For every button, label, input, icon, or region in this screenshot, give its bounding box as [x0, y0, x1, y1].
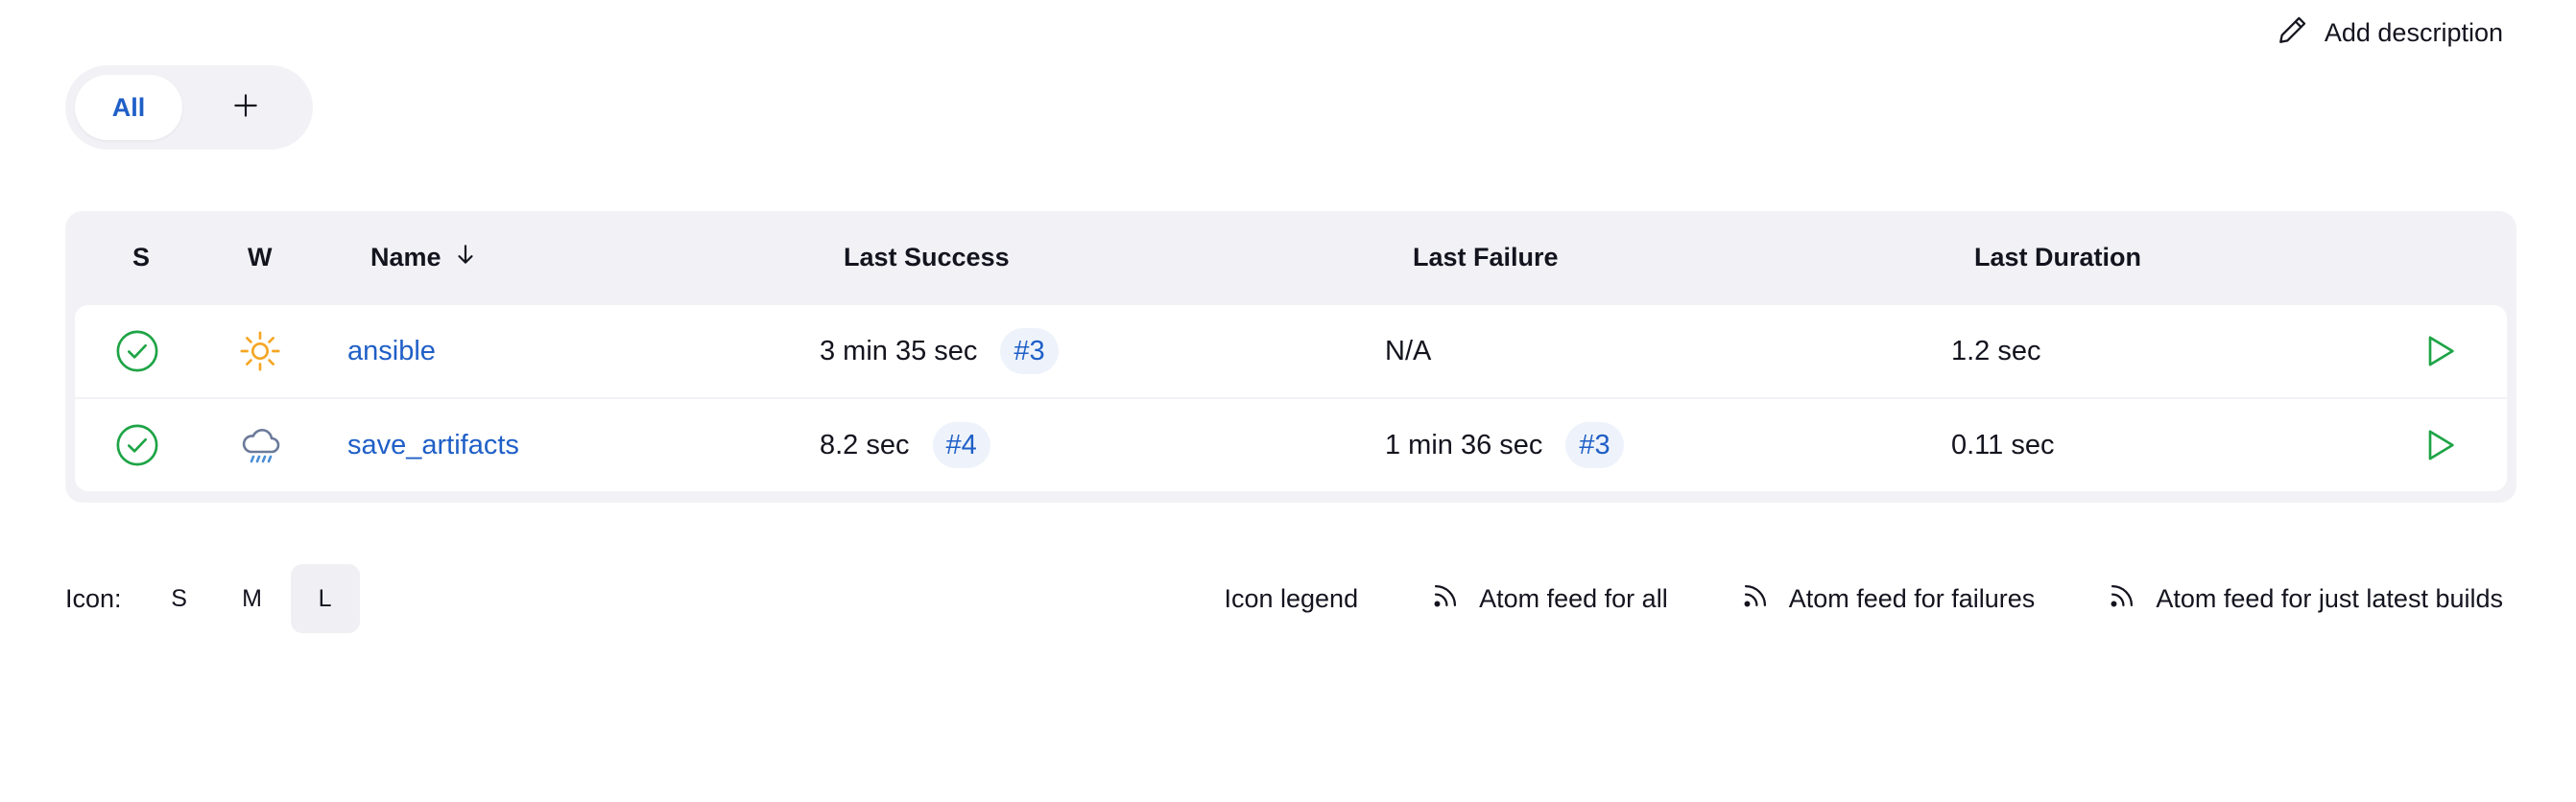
atom-feed-all-label: Atom feed for all — [1479, 583, 1668, 613]
play-icon — [2421, 426, 2459, 464]
column-last-failure[interactable]: Last Failure — [1413, 211, 1559, 303]
column-status[interactable]: S — [132, 211, 150, 303]
add-view-button[interactable] — [192, 75, 299, 140]
icon-legend-link[interactable]: Icon legend — [1224, 584, 1358, 614]
table-row: ansible 3 min 35 sec #3 N/A 1.2 sec — [75, 305, 2507, 397]
schedule-build-button[interactable] — [2421, 305, 2459, 397]
rss-icon — [1739, 579, 1789, 619]
column-name-label: Name — [370, 242, 441, 271]
column-name[interactable]: Name — [370, 211, 478, 303]
last-failure-cell: N/A — [1385, 305, 1431, 397]
last-duration: 1.2 sec — [1951, 335, 2041, 366]
pencil-icon — [2277, 13, 2309, 53]
icon-legend-label: Icon legend — [1224, 583, 1359, 613]
rss-icon — [2106, 579, 2156, 619]
table-header: S W Name Last Success Last Failure Last … — [65, 211, 2516, 303]
atom-feed-latest-link[interactable]: Atom feed for just latest builds — [2106, 579, 2503, 619]
table-row: save_artifacts 8.2 sec #4 1 min 36 sec #… — [75, 399, 2507, 491]
rss-icon — [1429, 579, 1479, 619]
job-link-save-artifacts[interactable]: save_artifacts — [347, 430, 519, 461]
add-description-label: Add description — [2324, 17, 2503, 47]
column-last-duration[interactable]: Last Duration — [1974, 211, 2141, 303]
atom-feed-all-link[interactable]: Atom feed for all — [1429, 579, 1668, 619]
atom-feed-latest-label: Atom feed for just latest builds — [2156, 583, 2503, 613]
add-description-button[interactable]: Add description — [2277, 12, 2503, 54]
build-link[interactable]: #3 — [1000, 328, 1059, 374]
jenkins-dashboard: Add description All S W Name Last Succes… — [0, 0, 2576, 802]
build-link[interactable]: #3 — [1565, 422, 1624, 468]
status-success-check-icon — [115, 399, 159, 491]
atom-feed-failures-link[interactable]: Atom feed for failures — [1739, 579, 2036, 619]
schedule-build-button[interactable] — [2421, 399, 2459, 491]
last-success-time: 3 min 35 sec — [820, 335, 978, 366]
tab-all[interactable]: All — [75, 75, 182, 140]
play-icon — [2421, 332, 2459, 370]
column-weather[interactable]: W — [248, 211, 272, 303]
icon-size-l-button[interactable]: L — [290, 564, 360, 633]
last-failure-cell: 1 min 36 sec #3 — [1385, 399, 1624, 491]
atom-feed-failures-label: Atom feed for failures — [1788, 583, 2036, 613]
sunny-icon — [238, 305, 282, 397]
icon-size-selector: Icon: S M L — [65, 564, 364, 633]
last-success-cell: 8.2 sec #4 — [820, 399, 990, 491]
view-tabs: All — [65, 65, 313, 150]
last-failure-time: 1 min 36 sec — [1385, 429, 1543, 460]
column-last-success[interactable]: Last Success — [844, 211, 1010, 303]
last-success-cell: 3 min 35 sec #3 — [820, 305, 1059, 397]
arrow-down-icon — [441, 242, 478, 273]
last-failure-time: N/A — [1385, 335, 1432, 366]
jobs-table: S W Name Last Success Last Failure Last … — [65, 211, 2516, 503]
build-link[interactable]: #4 — [932, 422, 990, 468]
rain-cloud-icon — [238, 399, 284, 491]
feed-links: Icon legend Atom feed for all Atom feed … — [1224, 564, 2503, 633]
last-duration: 0.11 sec — [1951, 429, 2055, 460]
status-success-check-icon — [115, 305, 159, 397]
icon-size-s-button[interactable]: S — [145, 564, 214, 633]
icon-size-label: Icon: — [65, 583, 122, 613]
last-success-time: 8.2 sec — [820, 429, 910, 460]
icon-size-m-button[interactable]: M — [218, 564, 287, 633]
plus-icon — [230, 90, 261, 126]
job-link-ansible[interactable]: ansible — [347, 336, 436, 367]
